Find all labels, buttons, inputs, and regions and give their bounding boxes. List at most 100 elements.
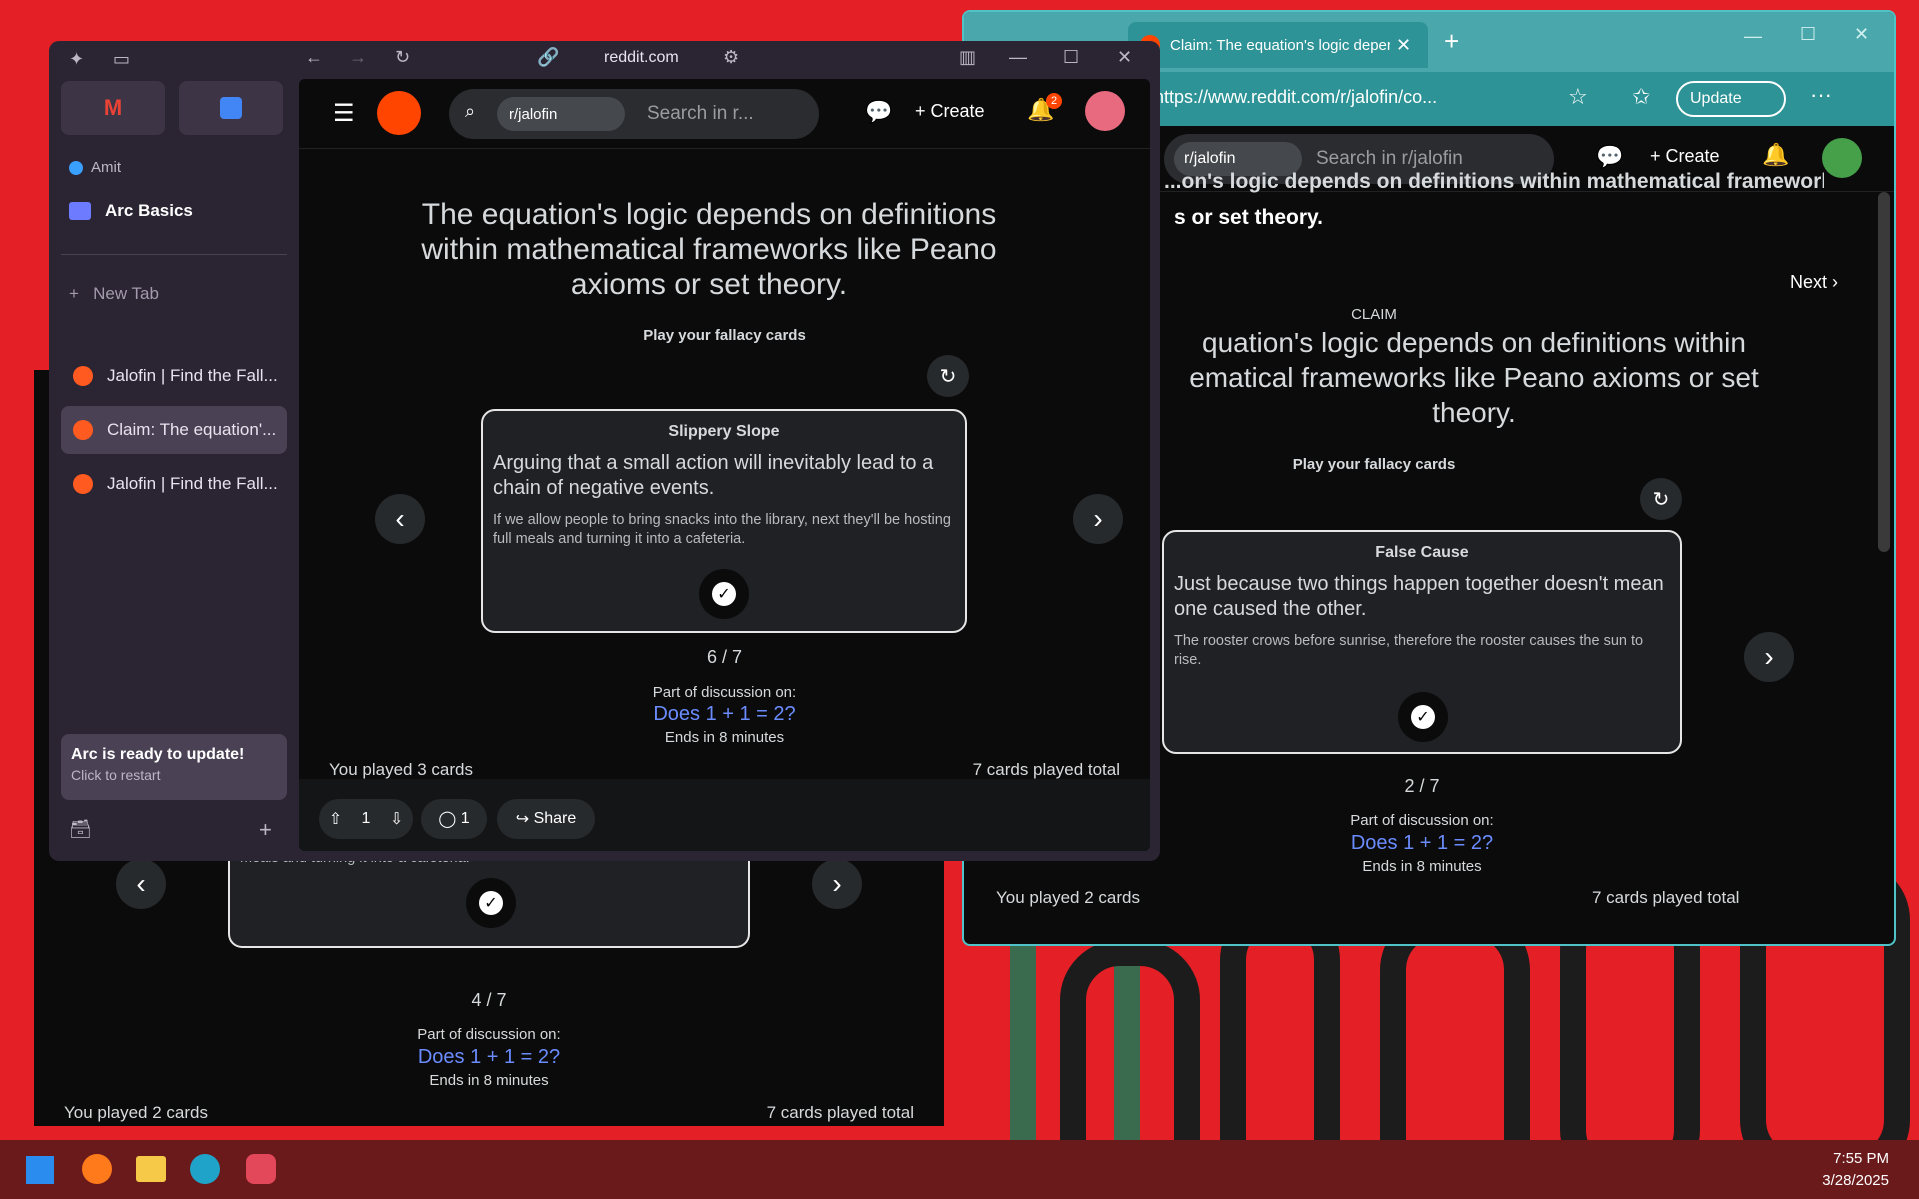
new-tab-icon[interactable]: + [1444, 26, 1459, 57]
fallacy-card[interactable]: Slippery Slope Arguing that a small acti… [481, 409, 967, 633]
shuffle-button[interactable]: ↻ [1640, 478, 1682, 520]
archive-icon[interactable]: 🗃 [69, 819, 92, 840]
tab-label: Claim: The equation'... [107, 420, 277, 439]
new-tab-button[interactable]: + New Tab [69, 284, 159, 304]
arc-window: ✦ ▭ ← → ↻ 🔗 reddit.com ⚙ ▥ — ☐ ✕ M Amit … [49, 41, 1160, 861]
discussion-label: Part of discussion on: [417, 1026, 561, 1043]
minimize-icon[interactable]: — [1744, 26, 1762, 47]
subreddit-chip[interactable]: r/jalofin [497, 97, 625, 131]
vote-pill[interactable]: ⇧ 1 ⇩ [319, 799, 413, 839]
new-tab-label: New Tab [93, 284, 159, 303]
comments-button[interactable]: ◯ 1 [421, 799, 487, 839]
prev-card-button[interactable]: ‹ [116, 859, 166, 909]
edge-tab[interactable]: Claim: The equation's logic deper ✕ [1128, 22, 1428, 68]
firefox-icon[interactable] [82, 1154, 112, 1184]
next-card-button[interactable]: › [812, 859, 862, 909]
create-button[interactable]: + Create [915, 101, 985, 122]
upvote-icon[interactable]: ⇧ [329, 809, 342, 829]
share-icon: ↪ [515, 811, 530, 828]
more-icon[interactable]: ··· [1810, 82, 1832, 108]
create-label: Create [930, 101, 985, 121]
edge-icon[interactable] [190, 1154, 220, 1184]
sidebar-tab[interactable]: Jalofin | Find the Fall... [61, 460, 287, 508]
close-tab-icon[interactable]: ✕ [1396, 35, 1411, 56]
played-you: You played 2 cards [64, 1103, 208, 1122]
space-arc-basics[interactable]: Arc Basics [69, 201, 193, 221]
star-icon[interactable]: ☆ [1568, 84, 1588, 110]
file-explorer-icon[interactable] [136, 1156, 166, 1182]
start-icon[interactable] [26, 1156, 54, 1184]
link-icon[interactable]: 🔗 [537, 47, 559, 68]
forward-icon[interactable]: → [349, 47, 367, 68]
ends-text: Ends in 8 minutes [1362, 858, 1482, 875]
maximize-icon[interactable]: ☐ [1063, 47, 1079, 68]
chat-icon[interactable]: 💬 [865, 99, 892, 125]
card-example: The rooster crows before sunrise, theref… [1174, 633, 1644, 668]
discussion-link[interactable]: Does 1 + 1 = 2? [299, 703, 1150, 726]
reload-icon[interactable]: ↻ [395, 47, 410, 68]
arc-icon[interactable] [246, 1154, 276, 1184]
minimize-icon[interactable]: — [1009, 47, 1027, 68]
jalofin-favicon-icon [73, 474, 93, 494]
share-button[interactable]: ↪ Share [497, 799, 595, 839]
fallacy-card[interactable]: False Cause Just because two things happ… [1162, 530, 1682, 754]
header-partial-text: ...on's logic depends on definitions wit… [1164, 170, 1824, 193]
clock-date[interactable]: 3/28/2025 [1822, 1172, 1889, 1189]
played-you: You played 3 cards [329, 760, 473, 779]
sidebar-tab-active[interactable]: Claim: The equation'... [61, 406, 287, 454]
sidebar-tab[interactable]: Jalofin | Find the Fall... [61, 352, 287, 400]
maximize-icon[interactable]: ☐ [1800, 24, 1816, 45]
sidebar-toggle-icon[interactable]: ▭ [113, 49, 130, 70]
bell-icon[interactable]: 🔔 [1762, 142, 1789, 168]
pinned-calendar[interactable] [179, 81, 283, 135]
split-view-icon[interactable]: ▥ [959, 47, 976, 68]
refresh-icon: ↻ [939, 365, 957, 388]
next-link[interactable]: Next › [1790, 272, 1838, 293]
tab-label: Jalofin | Find the Fall... [107, 366, 278, 385]
search-placeholder: Search in r... [647, 103, 754, 124]
update-notice[interactable]: Arc is ready to update! Click to restart [61, 734, 287, 800]
play-card-button[interactable]: ✓ [466, 878, 516, 928]
profile-label: Amit [69, 159, 121, 176]
next-card-button[interactable]: › [1073, 494, 1123, 544]
chat-icon[interactable]: 💬 [1596, 144, 1623, 170]
taskbar: 7:55 PM 3/28/2025 [0, 1140, 1919, 1199]
search-bar[interactable]: ⌕ r/jalofin Search in r... [449, 89, 819, 139]
update-button[interactable]: Update [1676, 81, 1786, 117]
arc-url[interactable]: reddit.com [604, 49, 679, 67]
shuffle-button[interactable]: ↻ [927, 355, 969, 397]
avatar[interactable] [1085, 91, 1125, 131]
pinned-gmail[interactable]: M [61, 81, 165, 135]
comment-icon: ◯ [438, 811, 457, 828]
update-label: Update [1690, 90, 1742, 107]
prev-card-button[interactable]: ‹ [375, 494, 425, 544]
add-icon[interactable]: + [259, 817, 272, 843]
arc-logo-icon[interactable]: ✦ [69, 49, 84, 70]
scrollbar[interactable] [1878, 192, 1890, 552]
downvote-icon[interactable]: ⇩ [390, 809, 403, 829]
space-label: Arc Basics [105, 201, 193, 220]
close-window-icon[interactable]: ✕ [1854, 24, 1869, 45]
favorites-icon[interactable]: ✩ [1632, 84, 1650, 110]
site-settings-icon[interactable]: ⚙ [723, 47, 739, 68]
play-card-button[interactable]: ✓ [1398, 692, 1448, 742]
close-window-icon[interactable]: ✕ [1117, 47, 1132, 68]
create-button[interactable]: + Create [1650, 146, 1720, 167]
check-icon: ✓ [1411, 705, 1435, 729]
clock-time[interactable]: 7:55 PM [1833, 1150, 1889, 1167]
back-icon[interactable]: ← [305, 47, 323, 68]
reddit-logo[interactable] [377, 91, 421, 135]
menu-icon[interactable]: ☰ [333, 99, 355, 128]
discussion-link[interactable]: Does 1 + 1 = 2? [34, 1046, 944, 1069]
update-title: Arc is ready to update! [71, 746, 245, 763]
avatar[interactable] [1822, 138, 1862, 178]
ends-text: Ends in 8 minutes [664, 729, 785, 746]
play-prompt: Play your fallacy cards [643, 327, 806, 344]
reddit-header: ☰ ⌕ r/jalofin Search in r... 💬 + Create … [299, 79, 1150, 149]
card-title: Slippery Slope [668, 423, 780, 440]
discussion-link[interactable]: Does 1 + 1 = 2? [1162, 832, 1682, 855]
play-card-button[interactable]: ✓ [699, 569, 749, 619]
url-field[interactable]: https://www.reddit.com/r/jalofin/co... [1154, 87, 1437, 108]
next-card-button[interactable]: › [1744, 632, 1794, 682]
profile-name: Amit [91, 159, 121, 176]
